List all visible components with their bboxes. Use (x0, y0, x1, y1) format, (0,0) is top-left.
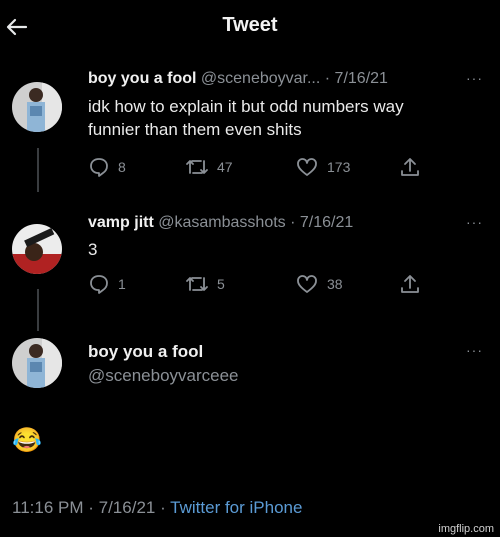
reply-icon (88, 156, 110, 178)
tweet-text: idk how to explain it but odd numbers wa… (88, 95, 404, 141)
retweet-button[interactable]: 47 (185, 156, 233, 178)
reply-button[interactable]: 8 (88, 156, 126, 178)
tweet-text: 3 (88, 238, 97, 261)
tweet-text-line: 3 (88, 240, 98, 259)
share-icon (399, 156, 421, 178)
share-icon (399, 273, 421, 295)
retweet-icon (185, 273, 209, 295)
thread-connector (37, 289, 39, 331)
more-icon[interactable]: ··· (466, 70, 483, 86)
retweet-count: 5 (217, 276, 225, 292)
reply-button[interactable]: 1 (88, 273, 126, 295)
avatar[interactable] (12, 82, 62, 132)
reply-count: 8 (118, 159, 126, 175)
tweet-source-link[interactable]: Twitter for iPhone (170, 498, 302, 517)
tweet-time: 11:16 PM (12, 498, 84, 517)
like-icon (295, 156, 319, 178)
like-button[interactable]: 38 (295, 273, 343, 295)
more-icon[interactable]: ··· (466, 214, 483, 230)
tweet-text: 😂 (12, 427, 42, 454)
thread-connector (37, 148, 39, 192)
tweet-text-line: funnier than them even shits (88, 120, 302, 139)
reply-icon (88, 273, 110, 295)
tweet-actions: 8 47 173 (88, 156, 421, 180)
tweet-date: · 7/16/21 (324, 70, 388, 87)
user-handle[interactable]: @sceneboyvarceee (88, 366, 239, 386)
tweet-actions: 1 5 38 (88, 273, 421, 297)
share-button[interactable] (399, 273, 421, 295)
reply-count: 1 (118, 276, 126, 292)
tweet-header: boy you a fool @sceneboyvar... · 7/16/21 (88, 70, 388, 88)
tweet-meta: 11:16 PM · 7/16/21 · Twitter for iPhone (12, 498, 302, 518)
display-name[interactable]: boy you a fool (88, 342, 203, 361)
watermark: imgflip.com (438, 523, 494, 535)
like-count: 173 (327, 159, 351, 175)
retweet-count: 47 (217, 159, 233, 175)
tweet-header: vamp jitt @kasambasshots · 7/16/21 (88, 214, 353, 232)
tweet-text-line: idk how to explain it but odd numbers wa… (88, 97, 404, 116)
like-icon (295, 273, 319, 295)
like-button[interactable]: 173 (295, 156, 350, 178)
display-name[interactable]: boy you a fool (88, 70, 196, 87)
page-title: Tweet (222, 14, 278, 36)
top-bar: Tweet (0, 0, 500, 54)
like-count: 38 (327, 276, 343, 292)
avatar[interactable] (12, 224, 62, 274)
tweet-date: · 7/16/21 · (88, 498, 166, 517)
more-icon[interactable]: ··· (466, 342, 483, 358)
retweet-button[interactable]: 5 (185, 273, 225, 295)
avatar[interactable] (12, 338, 62, 388)
user-handle[interactable]: @kasambasshots (158, 214, 285, 231)
main-tweet-name: boy you a fool (88, 342, 203, 362)
user-handle[interactable]: @sceneboyvar... (201, 70, 320, 87)
retweet-icon (185, 156, 209, 178)
display-name[interactable]: vamp jitt (88, 214, 154, 231)
tweet-date: · 7/16/21 (290, 214, 354, 231)
share-button[interactable] (399, 156, 421, 178)
